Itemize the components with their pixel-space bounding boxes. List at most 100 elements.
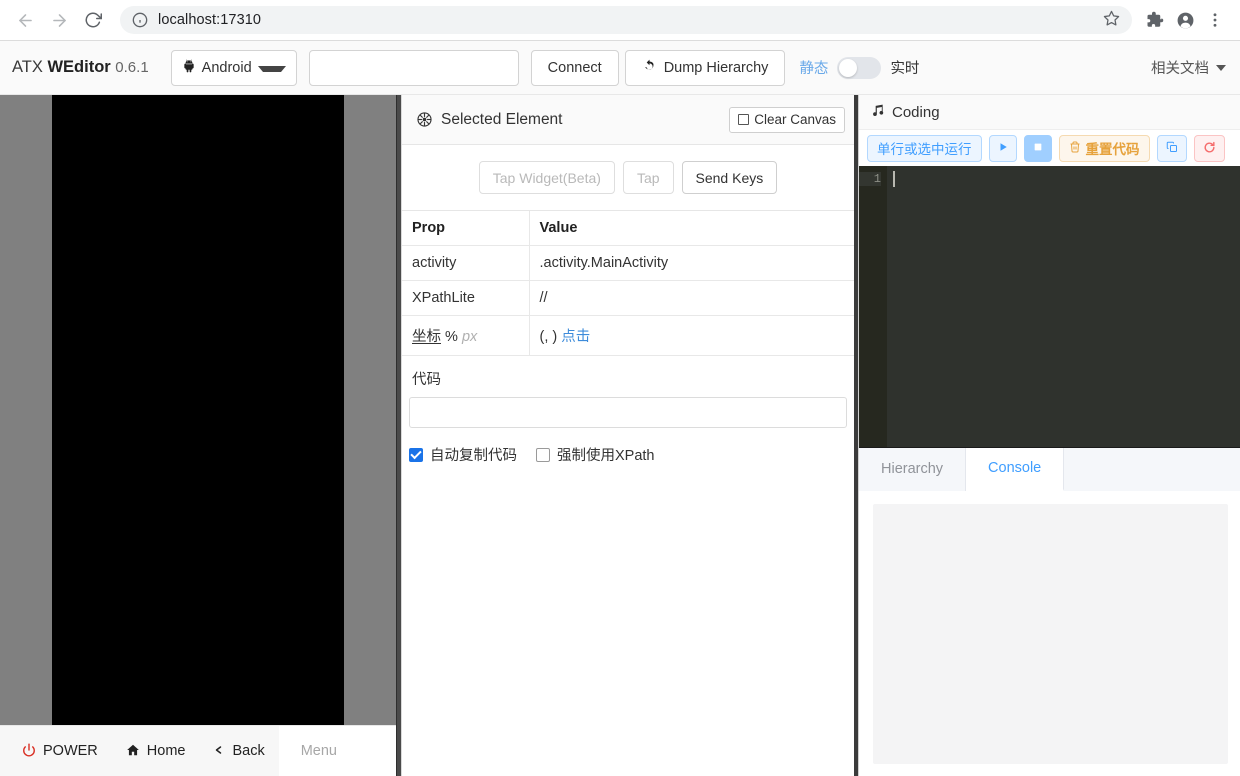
coord-unit-px[interactable]: px <box>462 329 477 345</box>
chevron-down-icon <box>1216 64 1226 71</box>
coding-title: Coding <box>892 103 940 121</box>
address-bar[interactable]: localhost:17310 <box>120 6 1132 34</box>
device-power-button[interactable]: POWER <box>8 726 112 776</box>
auto-copy-code-checkbox[interactable] <box>409 447 423 462</box>
coord-label[interactable]: 坐标 <box>412 329 441 345</box>
coord-value: (, ) <box>539 329 558 345</box>
back-arrow-icon <box>16 11 35 30</box>
device-menu-button: Menu <box>278 725 396 776</box>
code-editor[interactable]: 1 <box>859 166 1240 447</box>
brand-version: 0.6.1 <box>115 59 149 76</box>
run-selection-button[interactable]: 单行或选中运行 <box>867 134 982 162</box>
site-info-icon[interactable] <box>132 12 148 28</box>
reload-icon <box>84 11 102 29</box>
run-button[interactable] <box>988 134 1017 162</box>
device-screenshot-canvas[interactable] <box>52 95 344 725</box>
brand-prefix: ATX <box>12 58 48 76</box>
table-header-row: Prop Value <box>402 211 854 246</box>
dump-hierarchy-label: Dump Hierarchy <box>663 59 769 76</box>
mode-static-label: 静态 <box>799 61 829 77</box>
reset-code-label: 重置代码 <box>1085 142 1140 157</box>
chevron-down-icon <box>257 65 286 72</box>
platform-select-label: Android <box>201 59 252 76</box>
back-chevron-icon <box>213 743 225 759</box>
editor-text-area[interactable] <box>887 166 1240 447</box>
app-header: ATX WEditor 0.6.1 Android Connect Dump H… <box>0 41 1240 95</box>
address-bar-url: localhost:17310 <box>158 12 262 28</box>
browser-forward-button[interactable] <box>44 5 74 35</box>
reload-code-button[interactable] <box>1193 134 1225 162</box>
coord-click-link[interactable]: 点击 <box>561 329 590 345</box>
editor-gutter: 1 <box>859 166 887 447</box>
device-back-label: Back <box>232 742 265 759</box>
code-section-label: 代码 <box>412 372 441 388</box>
table-row: XPathLite // <box>402 280 854 316</box>
prop-key-coordinates: 坐标 % px <box>402 315 530 356</box>
page-title: Selected Element <box>441 110 563 128</box>
tap-button[interactable]: Tap <box>622 161 674 194</box>
selected-element-header: Selected Element Clear Canvas <box>402 95 854 145</box>
extensions-puzzle-icon[interactable] <box>1140 5 1170 35</box>
stop-button[interactable] <box>1023 134 1052 162</box>
app-brand: ATX WEditor 0.6.1 <box>12 58 149 77</box>
device-controls-bar: POWER Home Back Menu <box>0 725 396 776</box>
table-row: 坐标 % px (, ) 点击 <box>402 315 854 356</box>
device-home-button[interactable]: Home <box>112 726 200 776</box>
forward-arrow-icon <box>50 11 69 30</box>
browser-back-button[interactable] <box>10 5 40 35</box>
element-actions: Tap Widget(Beta) Tap Send Keys <box>402 145 854 211</box>
send-keys-button[interactable]: Send Keys <box>681 161 778 194</box>
reload-icon <box>1203 141 1216 156</box>
tab-console[interactable]: Console <box>966 447 1065 491</box>
prop-value-xpathlite: // <box>529 280 854 316</box>
device-power-label: POWER <box>43 742 98 759</box>
prop-value-coordinates: (, ) 点击 <box>529 315 854 356</box>
reset-code-button[interactable]: 重置代码 <box>1058 134 1150 162</box>
prop-key-xpathlite: XPathLite <box>402 280 530 316</box>
tab-hierarchy[interactable]: Hierarchy <box>859 447 967 491</box>
generated-code-input[interactable] <box>409 397 847 428</box>
coding-header: Coding <box>859 95 1240 130</box>
android-icon <box>182 59 196 76</box>
trash-icon <box>1069 141 1081 155</box>
music-note-icon <box>871 103 885 122</box>
bookmark-star-icon[interactable] <box>1103 10 1120 30</box>
editor-line-number: 1 <box>859 172 881 186</box>
coord-unit-percent[interactable]: % <box>445 329 458 345</box>
force-xpath-checkbox[interactable] <box>536 447 550 462</box>
device-serial-input[interactable] <box>308 49 519 86</box>
power-icon <box>22 742 36 760</box>
stop-square-icon <box>1033 142 1043 154</box>
run-selection-label: 单行或选中运行 <box>877 142 972 157</box>
platform-select[interactable]: Android <box>170 49 297 86</box>
browser-toolbar: localhost:17310 <box>0 0 1240 41</box>
profile-avatar-icon[interactable] <box>1170 5 1200 35</box>
dump-hierarchy-button[interactable]: Dump Hierarchy <box>624 49 786 86</box>
table-row: activity .activity.MainActivity <box>402 245 854 281</box>
force-xpath-label: 强制使用XPath <box>557 448 655 464</box>
editor-caret <box>893 171 895 187</box>
device-back-button[interactable]: Back <box>199 726 278 776</box>
device-menu-label: Menu <box>300 742 337 759</box>
copy-code-button[interactable] <box>1156 134 1187 162</box>
workspace: POWER Home Back Menu Selected Element Cl… <box>0 95 1240 776</box>
coding-toolbar: 单行或选中运行 重置代码 <box>859 130 1240 166</box>
home-icon <box>126 743 140 759</box>
live-mode-toggle[interactable] <box>837 56 882 79</box>
code-options: 自动复制代码 强制使用XPath <box>402 428 854 465</box>
mode-live-label: 实时 <box>890 61 920 77</box>
code-input-wrap <box>402 397 854 428</box>
browser-reload-button[interactable] <box>78 5 108 35</box>
device-stage[interactable] <box>0 95 396 725</box>
bottom-tab-bar: Hierarchy Console <box>859 446 1240 491</box>
tap-widget-button[interactable]: Tap Widget(Beta) <box>478 161 615 194</box>
kebab-menu-icon[interactable] <box>1200 5 1230 35</box>
device-panel: POWER Home Back Menu <box>0 95 396 776</box>
clear-canvas-label: Clear Canvas <box>754 112 836 127</box>
brand-main: WEditor <box>47 58 111 76</box>
related-docs-menu[interactable]: 相关文档 <box>1151 57 1226 78</box>
console-output[interactable] <box>873 503 1228 764</box>
connect-button[interactable]: Connect <box>530 49 619 86</box>
clear-canvas-button[interactable]: Clear Canvas <box>729 106 845 133</box>
related-docs-label: 相关文档 <box>1151 61 1209 77</box>
